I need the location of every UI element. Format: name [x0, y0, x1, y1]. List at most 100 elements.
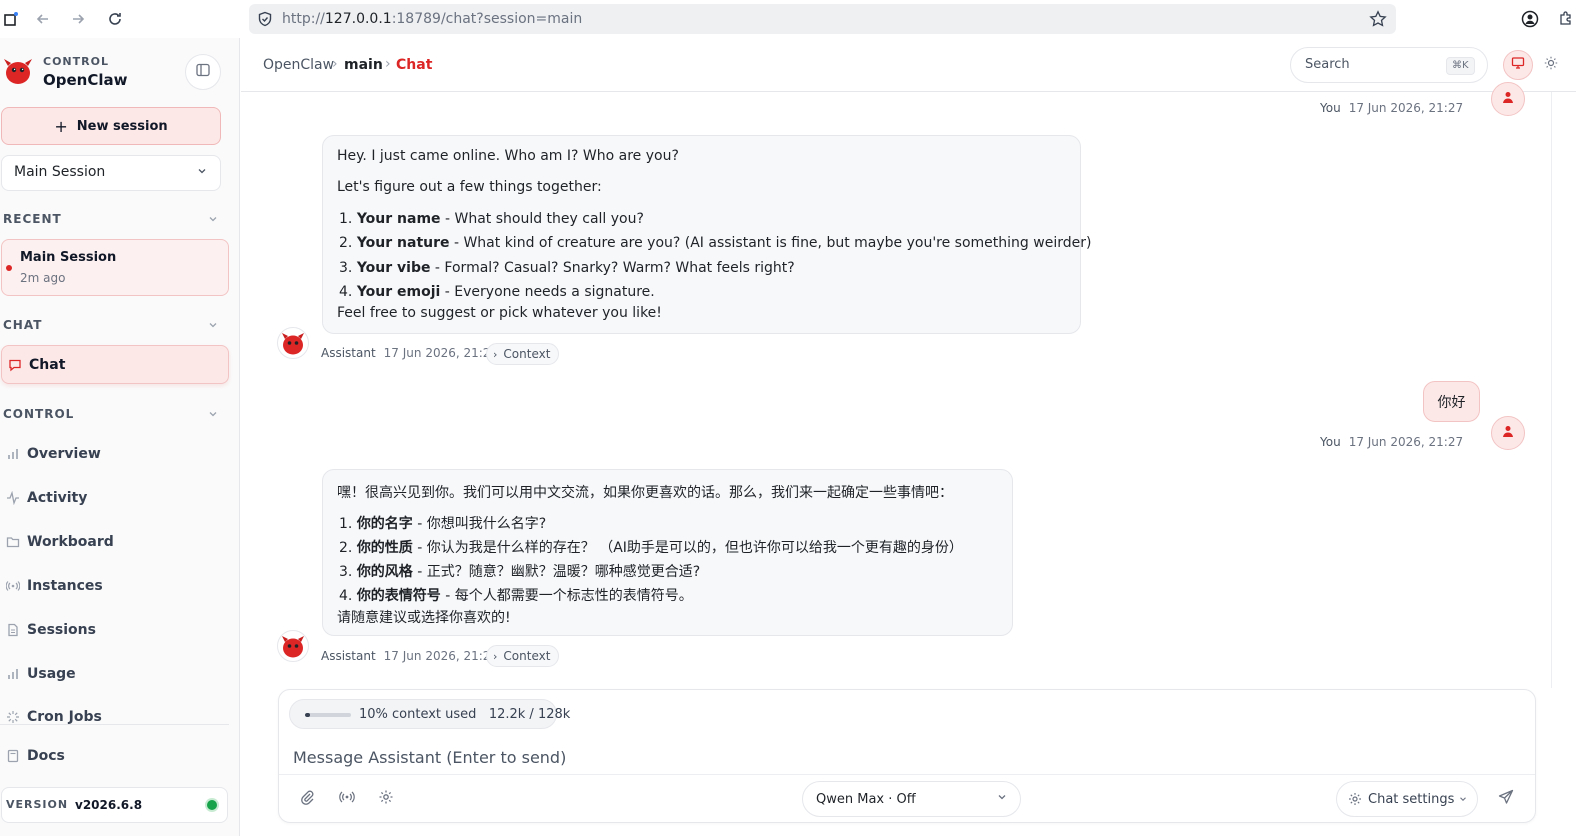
- url-text: http://127.0.0.1:18789/chat?session=main: [282, 11, 583, 27]
- new-session-button[interactable]: + New session: [1, 107, 221, 145]
- version-indicator: VERSION v2026.6.8: [1, 787, 228, 823]
- message-text: Let's figure out a few things together:: [337, 179, 602, 195]
- sidebar-item-instances[interactable]: Instances: [0, 571, 230, 601]
- bookmark-star-icon[interactable]: [1369, 10, 1387, 32]
- gear-icon: [378, 789, 394, 809]
- model-select[interactable]: Qwen Max · Off: [802, 781, 1021, 817]
- breadcrumb-main[interactable]: main: [344, 57, 383, 73]
- sidebar-toggle-icon[interactable]: [0, 8, 22, 30]
- search-placeholder: Search: [1305, 57, 1350, 72]
- chevron-right-icon: ›: [493, 347, 498, 361]
- chat-section-label: CHAT: [3, 318, 43, 332]
- sidebar-item-activity[interactable]: Activity: [0, 483, 230, 513]
- meta-timestamp: 17 Jun 2026, 21:27: [383, 346, 499, 360]
- search-input[interactable]: Search ⌘K: [1290, 47, 1488, 83]
- monitor-mode-button[interactable]: [1503, 50, 1533, 80]
- meta-sender: Assistant: [321, 649, 376, 663]
- attach-button[interactable]: [296, 788, 318, 810]
- chat-settings-label: Chat settings: [1368, 792, 1455, 807]
- sidebar: CONTROL OpenClaw + New session Main Sess…: [0, 38, 240, 836]
- reload-icon[interactable]: [104, 8, 126, 30]
- list-item: 4. Your emoji - Everyone needs a signatu…: [339, 284, 655, 300]
- folder-icon: [3, 532, 23, 552]
- assistant-message-bubble: 嘿！很高兴见到你。我们可以用中文交流，如果你更喜欢的话。那么，我们来一起确定一些…: [322, 469, 1013, 636]
- sidebar-item-docs[interactable]: Docs: [0, 741, 230, 771]
- message-text: Feel free to suggest or pick whatever yo…: [337, 305, 662, 321]
- user-message-bubble: 你好: [1423, 381, 1480, 422]
- sidebar-item-usage[interactable]: Usage: [0, 659, 230, 689]
- new-session-label: New session: [76, 118, 168, 134]
- forward-icon[interactable]: [67, 8, 89, 30]
- breadcrumb-separator: ›: [385, 56, 391, 72]
- context-usage-indicator: 10% context used 12.2k / 128k: [289, 699, 570, 729]
- back-icon[interactable]: [32, 8, 54, 30]
- message-text: 嘿！很高兴见到你。我们可以用中文交流，如果你更喜欢的话。那么，我们来一起确定一些…: [337, 485, 953, 501]
- context-used-label: 10% context used: [359, 707, 477, 722]
- version-label: VERSION: [6, 798, 69, 811]
- sidebar-item-label: Instances: [27, 578, 103, 594]
- recent-session-item[interactable]: Main Session 2m ago: [1, 239, 229, 296]
- chevron-down-icon: [1458, 793, 1468, 808]
- chat-collapse-chevron-icon[interactable]: [207, 319, 219, 331]
- address-bar[interactable]: http://127.0.0.1:18789/chat?session=main: [249, 4, 1396, 34]
- plus-icon: +: [54, 116, 68, 136]
- send-button[interactable]: [1494, 787, 1518, 811]
- session-select[interactable]: Main Session: [1, 155, 221, 191]
- spinner-icon: [3, 707, 23, 724]
- send-icon: [1498, 789, 1514, 809]
- message-input[interactable]: [293, 745, 1523, 769]
- recent-session-name: Main Session: [20, 250, 117, 265]
- user-icon: [1501, 424, 1515, 442]
- chevron-down-icon: [196, 165, 208, 181]
- meta-timestamp: 17 Jun 2026, 21:27: [383, 649, 499, 663]
- sidebar-scroll-clip: Cron Jobs: [0, 698, 230, 724]
- context-tokens: 12.2k / 128k: [488, 707, 571, 722]
- sidebar-item-workboard[interactable]: Workboard: [0, 527, 230, 557]
- voice-button[interactable]: [336, 788, 358, 810]
- context-usage-text: 10% context used 12.2k / 128k: [359, 707, 570, 722]
- user-icon: [1501, 90, 1515, 108]
- context-label: Context: [503, 347, 551, 361]
- control-section-label: CONTROL: [3, 407, 75, 421]
- list-item: 3. Your vibe - Formal? Casual? Snarky? W…: [339, 260, 795, 276]
- message-meta: Assistant 17 Jun 2026, 21:27: [321, 649, 498, 663]
- tools-settings-button[interactable]: [375, 788, 397, 810]
- top-bar: OpenClaw › main › Chat Search ⌘K: [241, 38, 1576, 92]
- search-shortcut-badge: ⌘K: [1446, 57, 1475, 75]
- extensions-icon[interactable]: [1554, 8, 1576, 30]
- list-item: 3. 你的风格 - 正式？随意？幽默？温暖？哪种感觉更合适?: [339, 564, 701, 580]
- sidebar-item-cron-jobs[interactable]: Cron Jobs: [0, 702, 230, 724]
- meta-sender: You: [1320, 101, 1341, 115]
- paperclip-icon: [299, 789, 315, 809]
- sidebar-item-overview[interactable]: Overview: [0, 439, 230, 469]
- breadcrumb-separator: ›: [332, 56, 338, 72]
- sidebar-item-label: Cron Jobs: [27, 709, 102, 724]
- context-toggle-button[interactable]: › Context: [486, 645, 560, 667]
- control-collapse-chevron-icon[interactable]: [207, 408, 219, 420]
- context-label: Context: [503, 649, 551, 663]
- sidebar-item-label: Activity: [27, 490, 88, 506]
- context-toggle-button[interactable]: › Context: [486, 343, 560, 365]
- account-icon[interactable]: [1519, 8, 1541, 30]
- list-item: 2. 你的性质 - 你认为我是什么样的存在？ （AI助手是可以的，但也许你可以给…: [339, 540, 963, 556]
- context-usage-bar: [305, 713, 351, 717]
- collapse-sidebar-button[interactable]: [185, 54, 221, 90]
- light-mode-button[interactable]: [1536, 50, 1566, 80]
- chat-scrollbar[interactable]: [1551, 92, 1576, 688]
- site-info-icon[interactable]: [257, 11, 273, 31]
- message-meta: You 17 Jun 2026, 21:27: [1320, 101, 1463, 115]
- chat-bubble-icon: [5, 355, 25, 375]
- browser-toolbar: http://127.0.0.1:18789/chat?session=main: [0, 0, 1576, 38]
- openclaw-logo-icon: [2, 56, 34, 86]
- version-value: v2026.6.8: [75, 798, 143, 812]
- gear-icon: [1348, 792, 1362, 810]
- sidebar-item-chat[interactable]: Chat: [1, 345, 229, 384]
- meta-sender: Assistant: [321, 346, 376, 360]
- breadcrumb-openclaw[interactable]: OpenClaw: [263, 57, 334, 73]
- chat-settings-button[interactable]: Chat settings: [1336, 781, 1478, 817]
- activity-icon: [3, 488, 23, 508]
- user-avatar: [1491, 82, 1525, 116]
- sidebar-item-sessions[interactable]: Sessions: [0, 615, 230, 645]
- recent-collapse-chevron-icon[interactable]: [207, 213, 219, 225]
- sidebar-item-label: Usage: [27, 666, 76, 682]
